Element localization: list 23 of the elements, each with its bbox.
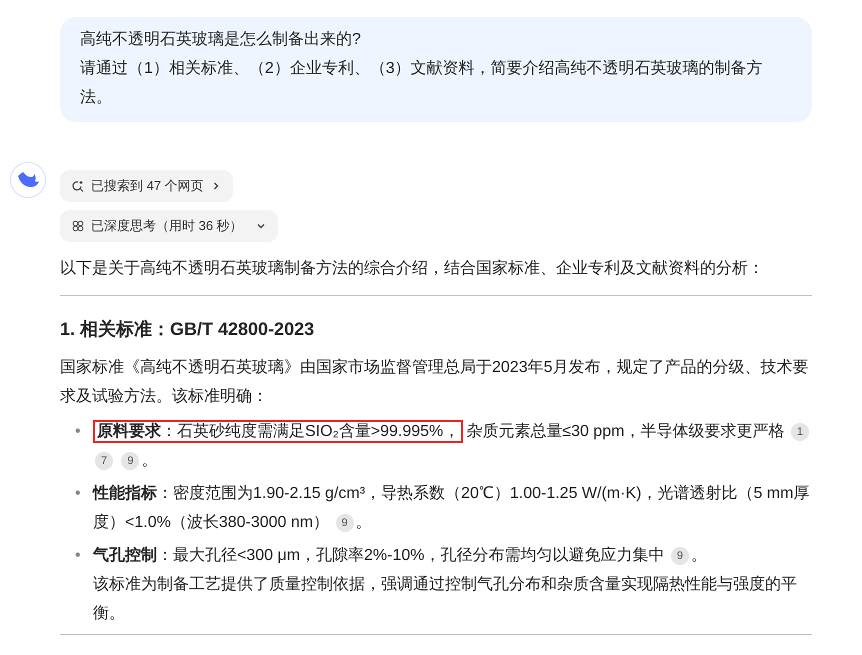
citation-link[interactable]: 9 — [336, 514, 354, 532]
bullet-marker: • — [75, 484, 82, 504]
paragraph-text: 国家标准《高纯不透明石英玻璃》由国家市场监督管理总局于2023年5月发布，规定了产品的分级、技术要求及试验方法。该标准明确： — [60, 358, 810, 407]
citation-link[interactable]: 7 — [95, 452, 113, 470]
citation-link[interactable]: 9 — [670, 547, 689, 565]
list-item-text: 气孔控制：最大孔径<300 μm，孔隙率2%-10%，孔径分布需均匀以避免应力集中 9 。 — [93, 546, 708, 567]
atom-icon — [72, 220, 84, 232]
bullet-marker: • — [75, 422, 82, 442]
intro-text: 以下是关于高纯不透明石英玻璃制备方法的综合介绍，结合国家标准、企业专利及文献资料的分析： — [60, 258, 765, 279]
citation-link[interactable]: 9 — [121, 452, 140, 470]
thinking-button[interactable]: 已深度思考（用时 36 秒） — [60, 210, 278, 242]
list-item-text: 原料要求：石英砂纯度需满足SIO₂含量>99.995%， 杂质元素总量≤30 ppm，半导体级要求更严格 1 7 9 。 — [93, 417, 812, 475]
question-text: 高纯不透明石英玻璃是怎么制备出来的? — [80, 30, 362, 50]
note-text: 该标准为制备工艺提供了质量控制依据，强调通过控制气孔分布和杂质含量实现隔热性能与强度的平衡。 — [93, 574, 798, 624]
search-results-button[interactable]: 已搜索到 47 个网页 — [60, 170, 233, 202]
list-item-text: 性能指标：密度范围为1.90-2.15 g/cm³，导热系数（20℃）1.00-1.25 W/(m·K)，光谱透射比（5 mm厚度）<1.0%（波长380-3000 nm） 9 。 — [93, 484, 810, 534]
question-text: 请通过（1）相关标准、（2）企业专利、（3）文献资料，简要介绍高纯不透明石英玻璃的制备方法。 — [80, 58, 764, 108]
search-icon — [72, 180, 84, 192]
whale-icon — [16, 170, 40, 190]
bullet-marker: • — [75, 546, 82, 566]
highlight-frame: 原料要求：石英砂纯度需满足SIO₂含量>99.995%， — [93, 420, 464, 443]
citation-link[interactable]: 1 — [790, 423, 809, 441]
section-heading: 1. 相关标准：GB/T 42800-2023 — [60, 318, 316, 341]
